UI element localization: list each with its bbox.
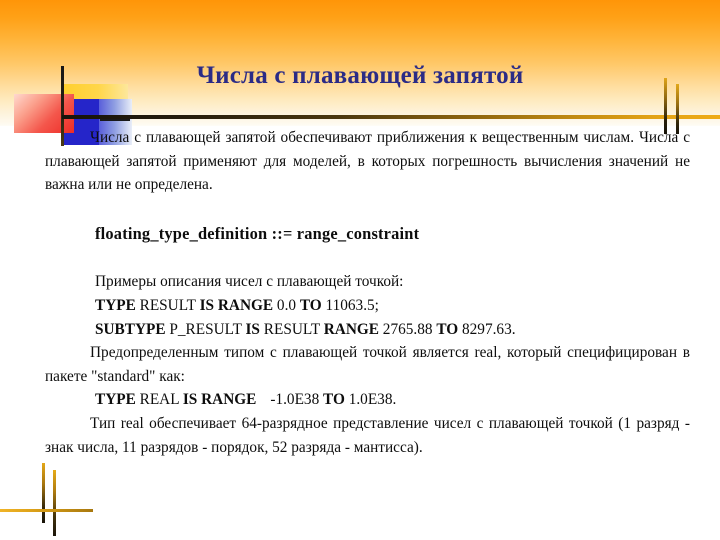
value-low: -1.0E38 xyxy=(270,391,320,409)
keyword-subtype: SUBTYPE xyxy=(95,320,166,338)
paragraph-intro: Числа с плавающей запятой обеспечивают п… xyxy=(45,129,690,194)
keyword-is-range: IS RANGE xyxy=(182,391,257,409)
keyword-to: TO xyxy=(436,320,459,338)
syntax-rule-line: floating_type_definition ::= range_const… xyxy=(95,223,420,243)
page-title: Числа с плавающей запятой xyxy=(196,62,524,89)
identifier-base-result: RESULT xyxy=(263,320,320,338)
declaration-line-result: TYPE RESULT IS RANGE 0.0 TO 11063.5; xyxy=(45,294,690,318)
keyword-type: TYPE xyxy=(95,296,136,314)
value-high: 11063.5; xyxy=(325,296,379,314)
slide-canvas: Числа с плавающей запятой Числа с плаваю… xyxy=(0,0,720,540)
value-high: 1.0E38. xyxy=(348,391,397,409)
value-low: 0.0 xyxy=(276,296,297,314)
value-high: 8297.63. xyxy=(462,320,516,338)
keyword-to: TO xyxy=(299,296,322,314)
paragraph-predefined-type: Предопределенным типом с плавающей точко… xyxy=(45,344,690,385)
decor-bottom-left-line-1 xyxy=(42,463,45,523)
decor-bottom-left-line-2 xyxy=(53,470,56,536)
identifier-result: RESULT xyxy=(139,296,196,314)
decor-bottom-left-rule xyxy=(0,509,93,512)
keyword-range: RANGE xyxy=(323,320,379,338)
declaration-line-real: TYPE REAL IS RANGE -1.0E38 TO 1.0E38. xyxy=(45,388,690,412)
slide-body: Числа с плавающей запятой обеспечивают п… xyxy=(45,126,690,459)
identifier-real: REAL xyxy=(139,391,179,409)
paragraph-real-description: Тип real обеспечивает 64-разрядное предс… xyxy=(45,414,690,456)
keyword-is-range: IS RANGE xyxy=(199,296,274,314)
examples-lead-line: Примеры описания чисел с плавающей точко… xyxy=(95,273,404,291)
identifier-p-result: P_RESULT xyxy=(169,320,242,338)
keyword-is: IS xyxy=(245,320,260,338)
keyword-type: TYPE xyxy=(95,391,136,409)
keyword-to: TO xyxy=(323,391,345,409)
title-divider-rule xyxy=(62,115,720,119)
value-low: 2765.88 xyxy=(382,320,433,338)
declaration-line-p-result: SUBTYPE P_RESULT IS RESULT RANGE 2765.88… xyxy=(45,318,690,342)
